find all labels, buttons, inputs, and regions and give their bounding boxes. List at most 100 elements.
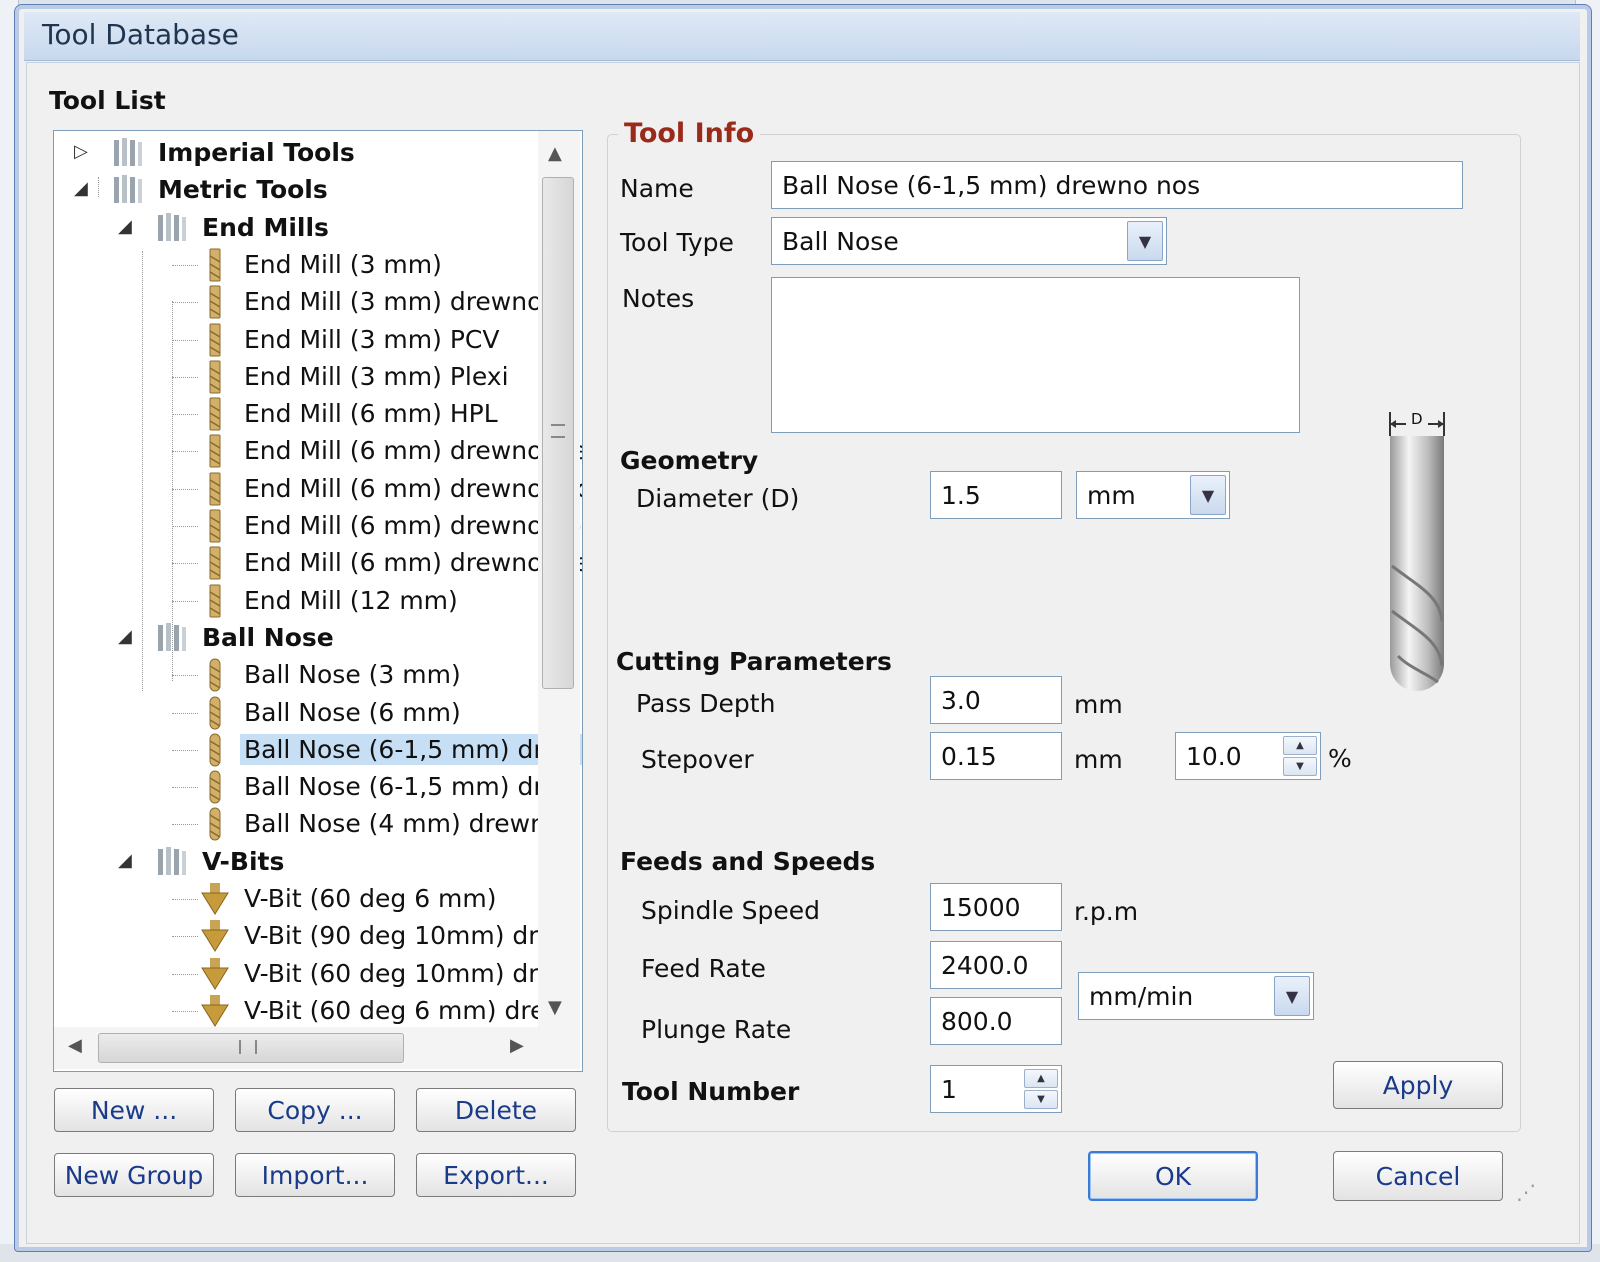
- tree-connector: [172, 302, 198, 304]
- plunge-rate-field[interactable]: 800.0: [930, 997, 1062, 1045]
- tool-number-label: Tool Number: [622, 1077, 800, 1106]
- tree-guide-line: [172, 301, 173, 681]
- expanded-arrow-icon[interactable]: ◢: [118, 626, 132, 647]
- pass-depth-label: Pass Depth: [636, 689, 776, 718]
- delete-tool-button[interactable]: Delete: [416, 1088, 576, 1132]
- tree-item[interactable]: Ball Nose (6-1,5 mm) drew: [54, 769, 579, 805]
- tree-item-label: End Mill (3 mm): [244, 249, 442, 279]
- tree-connector: [172, 936, 198, 938]
- tree-item-label: V-Bit (90 deg 10mm) drewi: [244, 921, 581, 951]
- spin-up-icon[interactable]: ▲: [1283, 736, 1317, 755]
- name-field[interactable]: Ball Nose (6-1,5 mm) drewno nos: [771, 161, 1463, 209]
- tree-group[interactable]: ◢ V-Bits: [54, 844, 538, 880]
- pass-depth-field[interactable]: 3.0: [930, 676, 1062, 724]
- tree-item[interactable]: End Mill (3 mm) PCV: [54, 322, 538, 358]
- end-mill-icon: [209, 546, 221, 580]
- tool-tree[interactable]: ▷ Imperial Tools ◢ Metric Tools ◢ End Mills En…: [53, 130, 583, 1072]
- chevron-down-icon[interactable]: ▼: [1190, 475, 1226, 515]
- geometry-units-select[interactable]: mm ▼: [1076, 471, 1230, 519]
- tree-item[interactable]: V-Bit (90 deg 10mm) drewi: [54, 918, 581, 954]
- tree-connector: [172, 264, 198, 266]
- tree-group[interactable]: ▷ Imperial Tools: [54, 135, 538, 171]
- ball-nose-tool-diagram-icon: [1389, 412, 1445, 691]
- tree-item[interactable]: Ball Nose (3 mm): [54, 657, 538, 693]
- cancel-button[interactable]: Cancel: [1333, 1151, 1503, 1201]
- tree-item[interactable]: Ball Nose (6 mm): [54, 695, 538, 731]
- tree-horizontal-scrollbar[interactable]: ◀ ▶: [54, 1027, 580, 1069]
- tree-item[interactable]: End Mill (6 mm) drewno po: [54, 508, 582, 544]
- spin-down-icon[interactable]: ▼: [1024, 1090, 1058, 1109]
- tool-group-icon: [158, 846, 186, 875]
- export-button[interactable]: Export...: [416, 1153, 576, 1197]
- tree-item[interactable]: Ball Nose (4 mm) drewno t: [54, 806, 579, 842]
- tree-item[interactable]: End Mill (6 mm) drewno rze: [54, 545, 582, 581]
- tree-item[interactable]: V-Bit (60 deg 10mm) drewi: [54, 956, 581, 992]
- ball-nose-icon: [209, 733, 221, 767]
- tool-number-spinner[interactable]: 1 ▲ ▼: [930, 1065, 1062, 1113]
- apply-button[interactable]: Apply: [1333, 1061, 1503, 1109]
- scroll-left-icon[interactable]: ◀: [68, 1035, 82, 1056]
- geometry-units-value: mm: [1087, 480, 1136, 510]
- tree-item[interactable]: End Mill (6 mm) drewno cie: [54, 433, 582, 469]
- title-bar[interactable]: [24, 12, 1580, 61]
- tree-vertical-scrollbar[interactable]: ▲ ▼: [538, 131, 580, 1027]
- ok-button[interactable]: OK: [1088, 1151, 1258, 1201]
- tree-connector: [172, 675, 198, 677]
- stepover-percent-spinner[interactable]: 10.0 ▲ ▼: [1175, 732, 1321, 780]
- expanded-arrow-icon[interactable]: ◢: [74, 178, 88, 199]
- tree-item-label: Ball Nose (6-1,5 mm) drew: [244, 772, 579, 802]
- spin-up-icon[interactable]: ▲: [1024, 1069, 1058, 1088]
- tree-item[interactable]: V-Bit (60 deg 6 mm) drewr: [54, 993, 576, 1029]
- expanded-arrow-icon[interactable]: ◢: [118, 850, 132, 871]
- stepover-label: Stepover: [641, 745, 754, 774]
- tree-group[interactable]: ◢ Ball Nose: [54, 620, 538, 656]
- import-button[interactable]: Import...: [235, 1153, 395, 1197]
- tree-item[interactable]: End Mill (6 mm) HPL: [54, 396, 538, 432]
- tree-item[interactable]: End Mill (12 mm): [54, 583, 538, 619]
- tool-number-value: 1: [941, 1074, 957, 1104]
- tool-group-icon: [158, 622, 186, 651]
- tool-number-spin-buttons[interactable]: ▲ ▼: [1024, 1069, 1058, 1109]
- v-bit-icon: [201, 920, 229, 953]
- tree-item-label: End Mill (12 mm): [244, 585, 458, 615]
- stepover-field[interactable]: 0.15: [930, 732, 1062, 780]
- new-tool-button[interactable]: New ...: [54, 1088, 214, 1132]
- tree-item-label: End Mills: [202, 212, 329, 242]
- feeds-and-speeds-title: Feeds and Speeds: [620, 847, 876, 876]
- tree-horizontal-scroll-thumb[interactable]: [98, 1033, 404, 1063]
- tree-item[interactable]: End Mill (6 mm) drewno prc: [54, 471, 582, 507]
- collapsed-arrow-icon[interactable]: ▷: [74, 141, 88, 162]
- tree-item[interactable]: V-Bit (60 deg 6 mm): [54, 881, 538, 917]
- notes-textarea[interactable]: [771, 277, 1300, 433]
- spindle-speed-field[interactable]: 15000: [930, 883, 1062, 931]
- scroll-right-icon[interactable]: ▶: [510, 1035, 524, 1056]
- tree-item[interactable]: Ball Nose (6-1,5 mm) drew: [54, 732, 582, 768]
- spin-down-icon[interactable]: ▼: [1283, 757, 1317, 776]
- stepover-percent-spin-buttons[interactable]: ▲ ▼: [1283, 736, 1317, 776]
- chevron-down-icon[interactable]: ▼: [1127, 221, 1163, 261]
- expanded-arrow-icon[interactable]: ◢: [118, 216, 132, 237]
- tree-vertical-scroll-thumb[interactable]: [542, 177, 574, 689]
- grip-icon: [239, 1040, 257, 1054]
- new-group-button[interactable]: New Group: [54, 1153, 214, 1197]
- tree-group[interactable]: ◢ Metric Tools: [54, 172, 538, 208]
- resize-grip-icon[interactable]: ⋰: [1516, 1180, 1536, 1204]
- tree-group[interactable]: ◢ End Mills: [54, 210, 538, 246]
- scroll-up-icon[interactable]: ▲: [548, 143, 562, 164]
- diameter-field[interactable]: 1.5: [930, 471, 1062, 519]
- tool-type-select[interactable]: Ball Nose ▼: [771, 217, 1167, 265]
- tree-item-label: End Mill (6 mm) drewno cie: [244, 436, 583, 466]
- chevron-down-icon[interactable]: ▼: [1274, 976, 1310, 1016]
- tree-item[interactable]: End Mill (3 mm): [54, 247, 538, 283]
- tree-item[interactable]: End Mill (3 mm) drewno: [54, 284, 542, 320]
- tree-connector: [172, 488, 198, 490]
- tree-item[interactable]: End Mill (3 mm) Plexi: [54, 359, 538, 395]
- rate-units-select[interactable]: mm/min ▼: [1078, 972, 1314, 1020]
- tree-item-label: V-Bit (60 deg 6 mm) drewr: [244, 995, 577, 1025]
- scroll-down-icon[interactable]: ▼: [548, 997, 562, 1018]
- end-mill-icon: [209, 360, 221, 394]
- tree-connector: [172, 376, 198, 378]
- copy-tool-button[interactable]: Copy ...: [235, 1088, 395, 1132]
- feed-rate-field[interactable]: 2400.0: [930, 941, 1062, 989]
- end-mill-icon: [209, 323, 221, 356]
